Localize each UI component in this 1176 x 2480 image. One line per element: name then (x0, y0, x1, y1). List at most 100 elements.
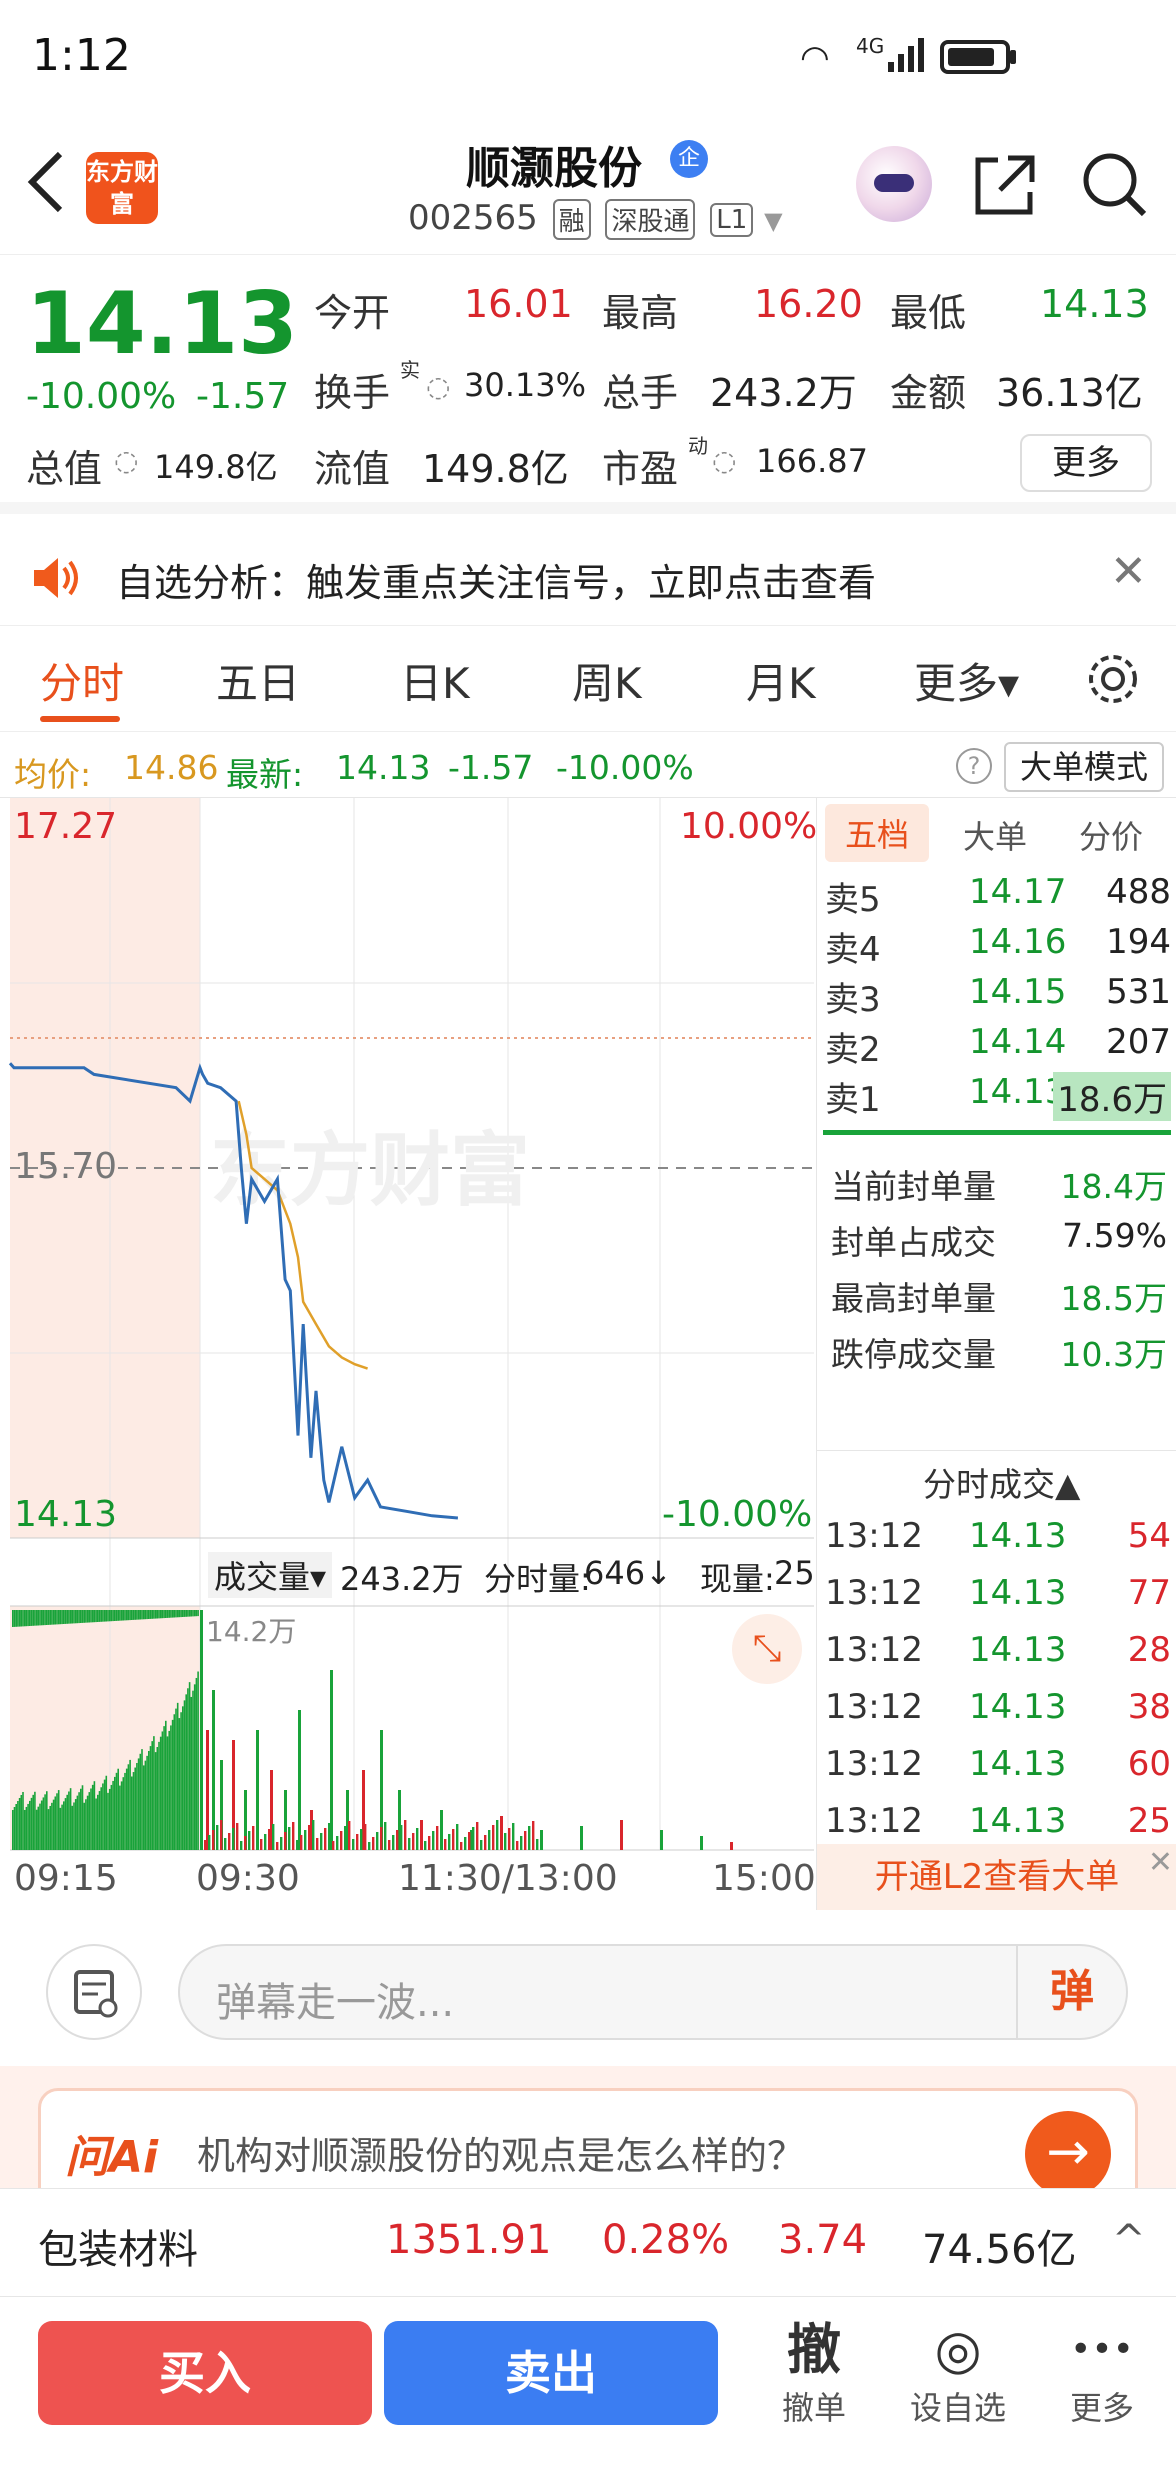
more-button[interactable]: 更多 (1020, 434, 1152, 492)
info-icon[interactable]: ◌ (114, 444, 138, 477)
danmu-send-button[interactable]: 弹 (1016, 1946, 1126, 2038)
level-dropdown-icon[interactable]: ▼ (764, 207, 782, 235)
network-label: 4G (856, 34, 885, 58)
cancel-order-label: 撤单 (781, 2389, 846, 2427)
volume-bar (193, 1684, 196, 1850)
volume-bar (190, 1610, 193, 1617)
change-amount: -1.57 (196, 376, 290, 417)
volume-bar (296, 1840, 299, 1850)
back-icon[interactable] (26, 150, 66, 218)
volume-bar (288, 1827, 291, 1850)
volume-bar (168, 1610, 170, 1618)
intraday-chart[interactable]: 东方财富 17.27 10.00% 15.70 14.13 -10.00% 成交… (0, 798, 817, 1910)
gear-icon[interactable] (1084, 650, 1142, 712)
volume-bar (141, 1610, 143, 1620)
sector-bar[interactable]: 包装材料 1351.91 0.28% 3.74 74.56亿 ^ (0, 2188, 1176, 2296)
app-logo[interactable]: 东方财富 (86, 152, 158, 224)
stock-header: 东方财富 顺灏股份 企 002565 融 深股通 L1 ▼ (0, 120, 1176, 255)
volume-bar (27, 1803, 29, 1850)
tab-monthly-k[interactable]: 月K (746, 650, 816, 711)
volume-bar (173, 1714, 176, 1850)
volume-bar (73, 1802, 75, 1850)
volume-bar (142, 1765, 145, 1850)
close-icon[interactable]: ✕ (1110, 546, 1147, 597)
buy-button[interactable]: 买入 (38, 2321, 372, 2425)
add-watchlist-button[interactable]: ◎ 设自选 (898, 2317, 1018, 2429)
volume-bar (142, 1610, 145, 1620)
tick-volume-value: 646↓ (584, 1554, 672, 1592)
tick-time: 13:12 (825, 1801, 923, 1841)
more-menu-button[interactable]: ••• 更多 (1042, 2317, 1162, 2429)
share-icon[interactable] (972, 152, 1038, 222)
analysis-banner[interactable]: 自选分析：触发重点关注信号，立即点击查看 ✕ (0, 526, 1176, 626)
volume-max-label: 14.2万 (206, 1615, 297, 1648)
tab-daily-k[interactable]: 日K (400, 650, 470, 711)
ask-price: 14.14 (969, 1022, 1067, 1062)
volume-bar (660, 1830, 663, 1850)
open-l2-button[interactable]: 开通L2查看大单 ✕ (817, 1844, 1176, 1910)
stock-name: 顺灏股份 (466, 143, 642, 194)
volume-bar (81, 1785, 84, 1850)
volume-bar (22, 1791, 24, 1850)
ask-volume: 531 (1106, 972, 1171, 1012)
search-icon[interactable] (1080, 150, 1150, 224)
sell-button[interactable]: 卖出 (384, 2321, 718, 2425)
tab-five-level[interactable]: 五档 (825, 804, 930, 862)
ticks-title[interactable]: 分时成交▲ (923, 1458, 1080, 1506)
volume-bar (158, 1610, 160, 1619)
volume-bar (540, 1830, 543, 1850)
volume-bar (204, 1840, 207, 1850)
volume-bar (91, 1610, 94, 1623)
tab-big-order[interactable]: 大单 (963, 812, 1027, 858)
volume-bar (156, 1610, 159, 1619)
volume-bar (112, 1780, 114, 1850)
volume-bar (100, 1787, 102, 1850)
info-icon[interactable]: ◌ (712, 444, 736, 477)
close-icon[interactable]: ✕ (1148, 1830, 1173, 1896)
tick-volume: 38 (1127, 1687, 1171, 1727)
danmu-input[interactable]: 弹幕走一波... 弹 (178, 1944, 1128, 2040)
volume-bar (372, 1837, 375, 1850)
volume-bar (52, 1799, 55, 1850)
volume-bar (20, 1610, 23, 1627)
volume-bar (40, 1610, 43, 1626)
volume-bar (176, 1610, 179, 1618)
turnover-value: 30.13% (464, 366, 587, 404)
volume-bar (197, 1610, 199, 1617)
help-icon[interactable]: ? (956, 748, 992, 784)
volume-bar (298, 1710, 301, 1850)
big-order-mode-button[interactable]: 大单模式 (1004, 742, 1164, 792)
volume-bar (183, 1610, 186, 1617)
mktcap-value: 149.8亿 (154, 448, 278, 486)
volume-bar (127, 1764, 130, 1850)
volume-bar (232, 1828, 235, 1850)
expand-icon[interactable]: ⤡ (732, 1614, 802, 1684)
volume-bar (103, 1610, 106, 1622)
cancel-order-button[interactable]: 撤 撤单 (754, 2317, 874, 2429)
tab-more[interactable]: 更多▾ (914, 650, 1019, 711)
info-icon[interactable]: ◌ (426, 370, 450, 403)
chevron-up-icon[interactable]: ^ (1112, 2217, 1146, 2263)
volume-bar (23, 1809, 26, 1850)
tab-price-dist[interactable]: 分价 (1079, 812, 1143, 858)
volume-dropdown[interactable]: 成交量▾ (208, 1552, 333, 1598)
open-value: 16.01 (464, 282, 573, 326)
volume-bar (127, 1610, 130, 1621)
volume-bar (74, 1799, 77, 1850)
robot-avatar[interactable] (856, 146, 932, 222)
y-bottom-label: 14.13 (14, 1494, 118, 1535)
volume-bar (74, 1610, 77, 1624)
danmu-settings-icon[interactable] (46, 1944, 142, 2040)
volume-bar (153, 1736, 155, 1850)
chart-svg[interactable]: 东方财富 (0, 798, 816, 1910)
volume-bar (320, 1833, 323, 1850)
volume-bar (170, 1725, 172, 1850)
volume-bar (51, 1802, 53, 1850)
tab-five-day[interactable]: 五日 (216, 650, 300, 711)
volume-bar (86, 1795, 89, 1850)
tab-weekly-k[interactable]: 周K (572, 650, 642, 711)
volume-bar (248, 1831, 251, 1850)
tab-intraday[interactable]: 分时 (40, 650, 124, 711)
arrow-right-icon[interactable]: → (1025, 2111, 1111, 2197)
quote-panel: 14.13 -10.00% -1.57 今开 16.01 最高 16.20 最低… (0, 256, 1176, 514)
